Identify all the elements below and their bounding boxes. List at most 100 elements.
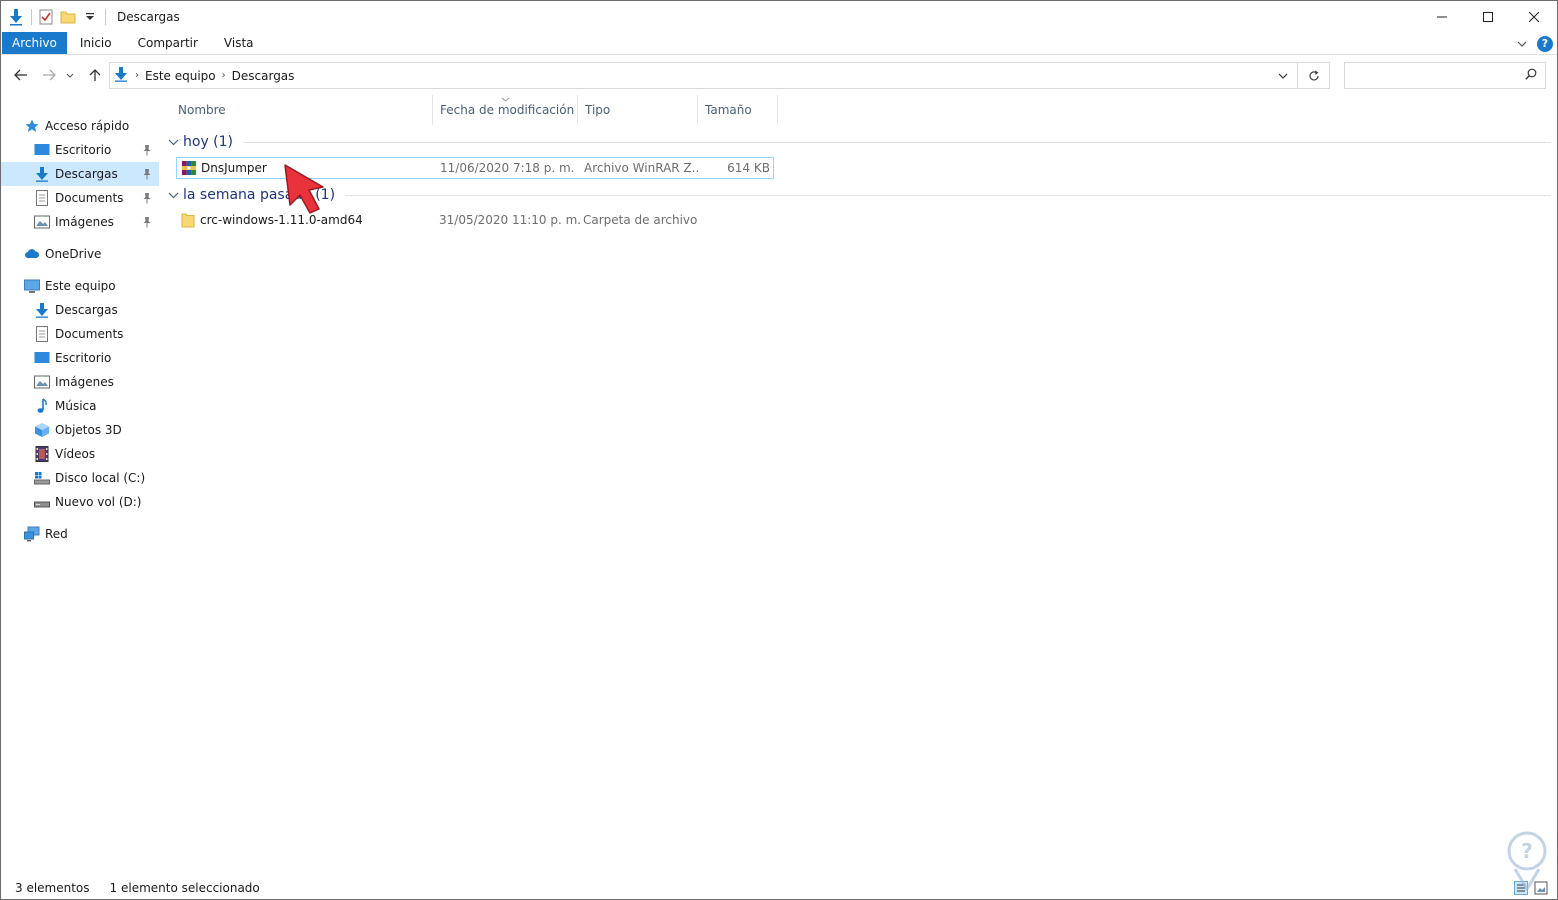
column-header-nombre[interactable]: Nombre: [171, 95, 433, 125]
nav-quick-escritorio[interactable]: Escritorio: [1, 138, 159, 162]
status-item-count: 3 elementos: [15, 881, 90, 895]
refresh-button[interactable]: [1298, 63, 1329, 88]
forward-button[interactable]: [39, 65, 59, 85]
tab-inicio[interactable]: Inicio: [67, 32, 125, 54]
navigation-pane: Acceso rápido Escritorio Descargas Docum…: [1, 95, 161, 875]
collapse-chevron-icon[interactable]: [167, 189, 179, 201]
maximize-button[interactable]: [1465, 1, 1511, 32]
music-icon: [34, 398, 50, 414]
pictures-icon: [34, 214, 50, 230]
address-bar[interactable]: › Este equipo › Descargas: [109, 62, 1330, 89]
close-button[interactable]: [1511, 1, 1557, 32]
tab-vista[interactable]: Vista: [211, 32, 267, 54]
nav-este-equipo[interactable]: Este equipo: [1, 274, 159, 298]
file-row[interactable]: DnsJumper 11/06/2020 7:18 p. m. Archivo …: [176, 157, 774, 179]
download-icon: [34, 166, 50, 182]
pin-icon[interactable]: [141, 167, 153, 181]
nav-label: OneDrive: [45, 247, 102, 261]
group-title: hoy (1): [183, 134, 234, 150]
toolbar-separator: [31, 8, 32, 25]
download-folder-icon: [7, 8, 25, 26]
download-icon: [34, 302, 50, 318]
help-button[interactable]: ?: [1537, 35, 1553, 52]
column-header-tamano[interactable]: Tamaño: [698, 95, 778, 125]
desktop-icon: [34, 142, 50, 158]
back-button[interactable]: [11, 65, 31, 85]
nav-acceso-rapido[interactable]: Acceso rápido: [1, 114, 159, 138]
up-button[interactable]: [85, 65, 105, 85]
pointer-arrow-icon: [279, 161, 329, 221]
winrar-archive-icon: [181, 160, 197, 176]
title-bar: Descargas: [1, 1, 1557, 32]
star-icon: [24, 118, 40, 134]
minimize-button[interactable]: [1419, 1, 1465, 32]
file-date: 31/05/2020 11:10 p. m.: [439, 213, 582, 227]
nav-quick-documents[interactable]: Documents: [1, 186, 159, 210]
nav-label: Música: [55, 399, 97, 413]
column-label: Fecha de modificación: [440, 103, 575, 117]
nav-pc-escritorio[interactable]: Escritorio: [1, 346, 159, 370]
nav-label: Este equipo: [45, 279, 116, 293]
group-header-la-semana-pasada[interactable]: la semana pasada (1): [167, 184, 1551, 206]
new-folder-icon[interactable]: [59, 8, 77, 26]
search-input[interactable]: [1344, 62, 1546, 89]
status-selection: 1 elemento seleccionado: [109, 881, 260, 895]
breadcrumb-este-equipo[interactable]: Este equipo: [145, 69, 216, 83]
nav-pc-imagenes[interactable]: Imágenes: [1, 370, 159, 394]
file-explorer-window: Descargas Archivo Inicio Compartir Vista…: [0, 0, 1558, 900]
document-icon: [34, 326, 50, 342]
nav-label: Nuevo vol (D:): [55, 495, 142, 509]
nav-pc-nuevo-vol-d[interactable]: Nuevo vol (D:): [1, 490, 159, 514]
nav-pc-descargas[interactable]: Descargas: [1, 298, 159, 322]
file-size: 614 KB: [727, 161, 770, 175]
nav-label: Acceso rápido: [45, 119, 130, 133]
breadcrumb-chevron-icon[interactable]: ›: [222, 70, 226, 81]
nav-label: Imágenes: [55, 215, 114, 229]
nav-quick-descargas[interactable]: Descargas: [1, 162, 159, 186]
column-header-tipo[interactable]: Tipo: [578, 95, 698, 125]
customize-toolbar-chevron-icon[interactable]: [81, 8, 99, 26]
download-location-icon: [113, 66, 129, 85]
file-size: [703, 210, 769, 230]
expand-ribbon-chevron-icon[interactable]: [1517, 37, 1527, 51]
nav-pc-objetos-3d[interactable]: Objetos 3D: [1, 418, 159, 442]
nav-pc-musica[interactable]: Música: [1, 394, 159, 418]
properties-icon[interactable]: [37, 8, 55, 26]
address-row: › Este equipo › Descargas: [1, 55, 1557, 95]
recent-locations-chevron-icon[interactable]: [63, 65, 77, 85]
file-list: Nombre Fecha de modificación Tipo Tamaño…: [161, 95, 1557, 875]
nav-quick-imagenes[interactable]: Imágenes: [1, 210, 159, 234]
local-disk-icon: [34, 470, 50, 486]
nav-label: Escritorio: [55, 143, 112, 157]
nav-label: Documents: [55, 191, 124, 205]
group-divider: [345, 194, 1551, 196]
nav-pc-disco-local-c[interactable]: Disco local (C:): [1, 466, 159, 490]
pictures-icon: [34, 374, 50, 390]
column-label: Tipo: [585, 103, 611, 117]
toolbar-separator: [105, 8, 106, 25]
ribbon-right-controls: ?: [1517, 32, 1553, 55]
drive-icon: [34, 494, 50, 510]
group-header-hoy[interactable]: hoy (1): [167, 131, 1551, 153]
tab-compartir[interactable]: Compartir: [125, 32, 211, 54]
pin-icon[interactable]: [141, 215, 153, 229]
folder-icon: [180, 212, 196, 228]
column-label: Tamaño: [705, 103, 752, 117]
nav-label: Vídeos: [55, 447, 96, 461]
nav-label: Documents: [55, 327, 124, 341]
pin-icon[interactable]: [141, 143, 153, 157]
file-type: Archivo WinRAR Z...: [584, 161, 699, 175]
breadcrumb-descargas[interactable]: Descargas: [232, 69, 295, 83]
pin-icon[interactable]: [141, 191, 153, 205]
nav-red[interactable]: Red: [1, 522, 159, 546]
nav-pc-documents[interactable]: Documents: [1, 322, 159, 346]
breadcrumb-chevron-icon[interactable]: ›: [135, 70, 139, 81]
address-history-dropdown[interactable]: [1268, 63, 1298, 88]
tab-archivo[interactable]: Archivo: [2, 32, 67, 54]
nav-pc-videos[interactable]: Vídeos: [1, 442, 159, 466]
column-header-fecha[interactable]: Fecha de modificación: [433, 95, 578, 125]
collapse-chevron-icon[interactable]: [167, 136, 179, 148]
file-row[interactable]: crc-windows-1.11.0-amd64 31/05/2020 11:1…: [176, 210, 774, 232]
nav-onedrive[interactable]: OneDrive: [1, 242, 159, 266]
file-name-cell: DnsJumper: [181, 158, 267, 178]
